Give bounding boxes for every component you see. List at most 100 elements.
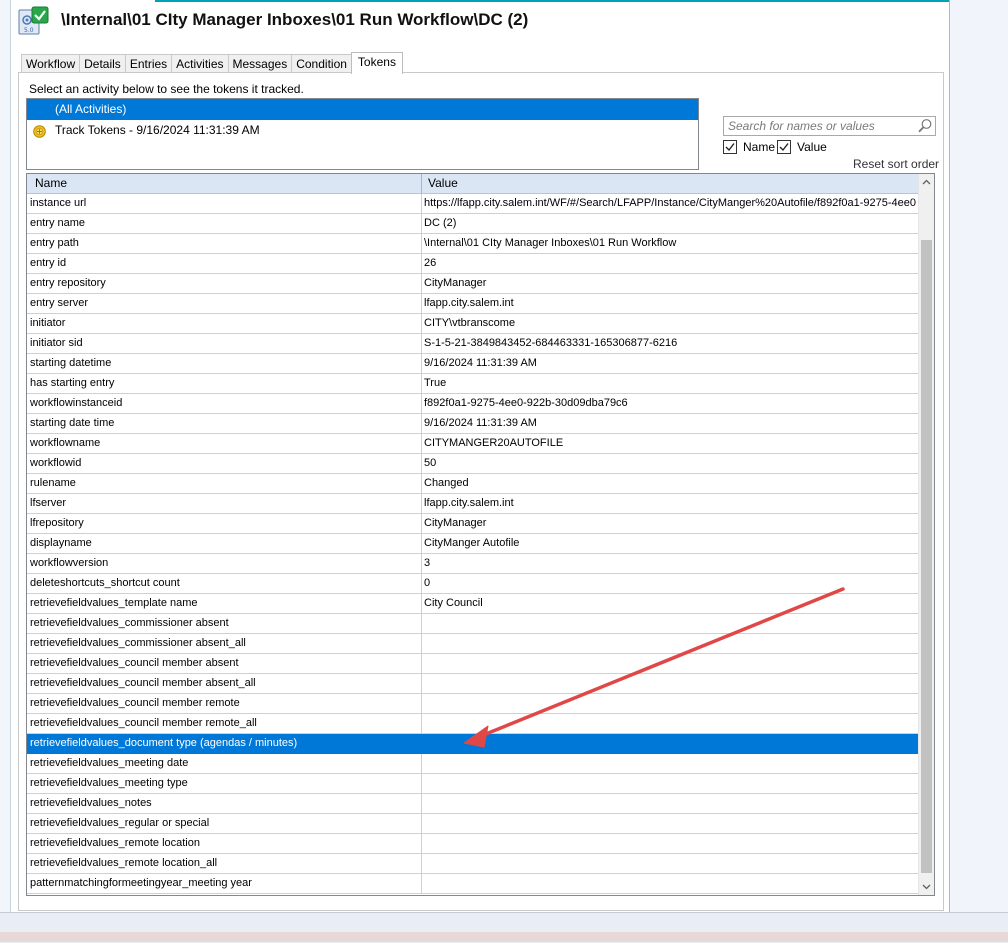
table-row[interactable]: workflowversion 3 [27,554,918,574]
token-value-cell [422,734,918,753]
token-value-cell: CITY\vtbranscome [424,317,516,329]
token-name-cell: initiator [27,314,422,333]
value-filter-label: Value [797,140,827,154]
activity-item-label: Track Tokens - 9/16/2024 11:31:39 AM [55,123,260,137]
token-value-cell [422,754,918,773]
tab-workflow[interactable]: Workflow [21,54,81,73]
table-row[interactable]: initiator sid S-1-5-21-3849843452-6844633… [27,334,918,354]
table-row[interactable]: rulename Changed [27,474,918,494]
token-name-cell: workflowname [27,434,422,453]
token-name-cell: retrievefieldvalues_commissioner absent [27,614,422,633]
scrollbar-thumb[interactable] [921,240,932,873]
reset-sort-order-link[interactable]: Reset sort order [853,157,939,171]
tokens-grid[interactable]: Name Value instance url https://lfapp.cit… [26,173,935,896]
table-row[interactable]: retrievefieldvalues_notes [27,794,918,814]
table-row[interactable]: starting date time 9/16/2024 11:31:39 AM [27,414,918,434]
table-row[interactable]: retrievefieldvalues_commissioner absent_… [27,634,918,654]
tab-condition[interactable]: Condition [291,54,352,73]
table-row[interactable]: entry id 26 [27,254,918,274]
grid-vertical-scrollbar[interactable] [918,174,934,895]
table-row[interactable]: initiator CITY\vtbranscome [27,314,918,334]
window-title: \Internal\01 CIty Manager Inboxes\01 Run… [61,10,529,29]
grid-header: Name Value [27,174,918,194]
token-name-cell: retrievefieldvalues_commissioner absent_… [27,634,422,653]
search-icon[interactable] [917,118,933,134]
checkbox-checked-icon[interactable] [723,140,737,154]
table-row[interactable]: lfserver lfapp.city.salem.int [27,494,918,514]
table-row[interactable]: retrievefieldvalues_commissioner absent [27,614,918,634]
table-row[interactable]: retrievefieldvalues_council member absen… [27,674,918,694]
checkbox-checked-icon[interactable] [777,140,791,154]
table-row[interactable]: entry server lfapp.city.salem.int [27,294,918,314]
table-row[interactable]: instance url https://lfapp.city.salem.int… [27,194,918,214]
name-filter-label: Name [743,140,776,154]
token-value-cell: CityManager [424,277,487,289]
table-row[interactable]: entry path \Internal\01 CIty Manager Inbo… [27,234,918,254]
token-name-cell: workflowversion [27,554,422,573]
tab-activities[interactable]: Activities [171,54,229,73]
activity-item-track-tokens[interactable]: Track Tokens - 9/16/2024 11:31:39 AM [27,120,698,141]
token-value-cell: S-1-5-21-3849843452-684463331-165306877-… [424,337,678,349]
table-row[interactable]: retrievefieldvalues_template name City Co… [27,594,918,614]
scroll-up-arrow-icon[interactable] [919,174,934,190]
table-row[interactable]: starting datetime 9/16/2024 11:31:39 AM [27,354,918,374]
value-filter-checkbox[interactable]: Value [777,139,827,155]
token-value-cell [422,634,918,653]
table-row[interactable]: entry repository CityManager [27,274,918,294]
table-row[interactable]: workflowname CITYMANGER20AUTOFILE [27,434,918,454]
table-row[interactable]: workflowid 50 [27,454,918,474]
table-row[interactable]: entry name DC (2) [27,214,918,234]
token-name-cell: retrievefieldvalues_notes [27,794,422,813]
tab-tokens[interactable]: Tokens [350,52,403,74]
token-name-cell: rulename [27,474,422,493]
table-row[interactable]: retrievefieldvalues_document type (agend… [27,734,918,754]
token-name-cell: retrievefieldvalues_council member remot… [27,714,422,733]
taskbar [0,932,1008,942]
table-row[interactable]: retrievefieldvalues_council member remot… [27,714,918,734]
token-value-cell [422,614,918,633]
table-row[interactable]: has starting entry True [27,374,918,394]
token-name-cell: retrievefieldvalues_council member remot… [27,694,422,713]
table-row[interactable]: deleteshortcuts_shortcut count 0 [27,574,918,594]
tab-details[interactable]: Details [79,54,126,73]
tab-entries[interactable]: Entries [124,54,173,73]
token-name-cell: workflowid [27,454,422,473]
activity-item-all[interactable]: (All Activities) [27,99,698,120]
token-value-cell [422,834,918,853]
table-row[interactable]: retrievefieldvalues_regular or special [27,814,918,834]
column-header-value[interactable]: Value [422,174,918,193]
tab-messages[interactable]: Messages [227,54,293,73]
token-value-cell: https://lfapp.city.salem.int/WF/#/Search… [424,197,917,209]
token-value-cell: Changed [424,477,469,489]
table-row[interactable]: displayname CityManger Autofile [27,534,918,554]
token-name-cell: entry name [27,214,422,233]
token-value-cell: 50 [424,457,437,469]
token-value-cell [422,714,918,733]
table-row[interactable]: retrievefieldvalues_council member remot… [27,694,918,714]
token-name-cell: retrievefieldvalues_template name [27,594,422,613]
scroll-down-arrow-icon[interactable] [919,879,934,895]
token-value-cell [422,774,918,793]
token-value-cell [422,794,918,813]
activity-list[interactable]: (All Activities) Track Tokens - 9/16/202… [26,98,699,170]
column-header-name[interactable]: Name [27,174,422,193]
token-value-cell: \Internal\01 CIty Manager Inboxes\01 Run… [424,237,677,249]
token-value-cell [422,694,918,713]
grid-body: instance url https://lfapp.city.salem.int… [27,194,918,894]
table-row[interactable]: workflowinstanceid f892f0a1-9275-4ee0-922… [27,394,918,414]
token-name-cell: entry id [27,254,422,273]
table-row[interactable]: retrievefieldvalues_council member absen… [27,654,918,674]
tab-strip: Workflow Details Entries Activities Mess… [21,52,403,74]
table-row[interactable]: patternmatchingformeetingyear_meeting ye… [27,874,918,894]
table-row[interactable]: retrievefieldvalues_remote location [27,834,918,854]
token-value-cell [422,674,918,693]
name-filter-checkbox[interactable]: Name [723,139,775,155]
table-row[interactable]: retrievefieldvalues_remote location_all [27,854,918,874]
token-value-cell: CityManger Autofile [424,537,520,549]
token-name-cell: retrievefieldvalues_document type (agend… [27,734,422,753]
table-row[interactable]: retrievefieldvalues_meeting date [27,754,918,774]
table-row[interactable]: lfrepository CityManager [27,514,918,534]
activity-instruction: Select an activity below to see the toke… [29,82,304,96]
token-search-input[interactable] [728,118,916,134]
table-row[interactable]: retrievefieldvalues_meeting type [27,774,918,794]
